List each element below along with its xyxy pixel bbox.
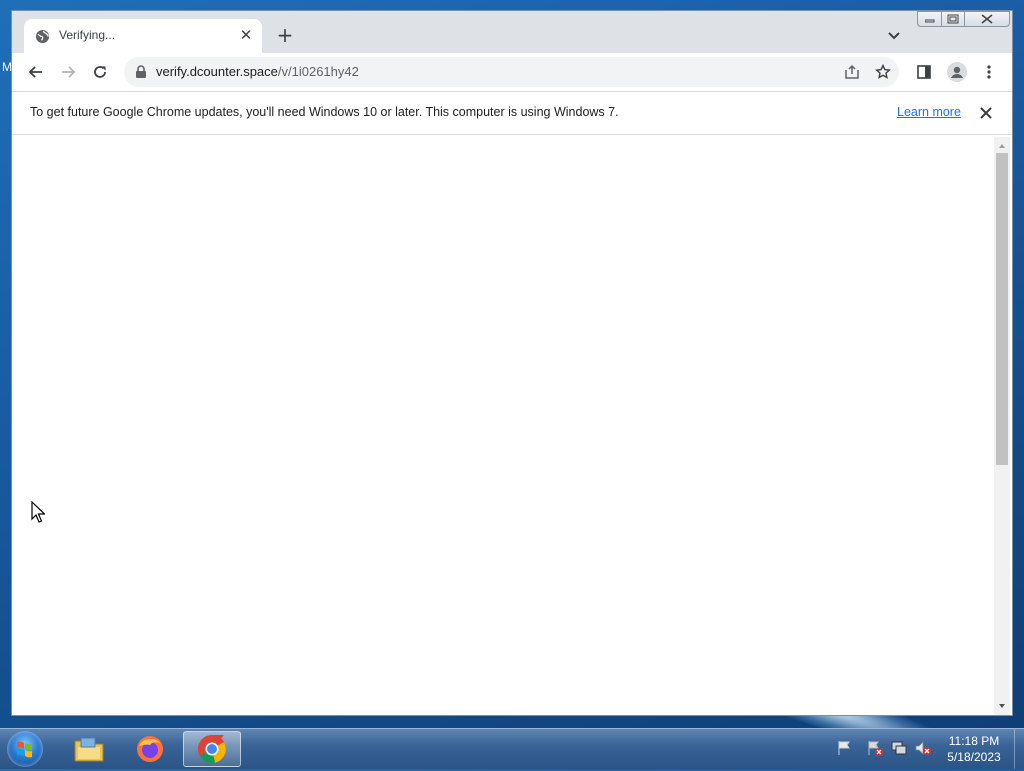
tab-title: Verifying... (59, 28, 116, 42)
tab-close-icon[interactable]: ✕ (238, 27, 254, 43)
chrome-window: Verifying... ✕ + verify.dcounter.space/v… (11, 10, 1013, 716)
windows-logo-icon (17, 741, 32, 758)
network-icon[interactable] (890, 739, 908, 757)
minimize-icon (924, 19, 934, 23)
learn-more-link[interactable]: Learn more (897, 105, 961, 119)
window-caption-controls (917, 11, 1012, 29)
action-center-flag-icon[interactable] (836, 739, 854, 757)
security-warning-icon[interactable] (866, 739, 884, 757)
update-infobar: To get future Google Chrome updates, you… (12, 91, 1012, 135)
back-arrow-icon[interactable] (28, 64, 44, 80)
url-path: /v/1i0261hy42 (277, 64, 359, 79)
taskbar-explorer-button[interactable] (60, 731, 118, 767)
close-icon (981, 14, 993, 24)
forward-arrow-icon[interactable] (60, 64, 76, 80)
tab-verifying[interactable]: Verifying... ✕ (24, 19, 262, 53)
clock-date: 5/18/2023 (947, 750, 1001, 764)
url-host: verify.dcounter.space (156, 64, 278, 79)
restore-icon (947, 14, 959, 24)
infobar-close-icon[interactable] (978, 105, 994, 121)
volume-muted-icon[interactable] (914, 739, 932, 757)
profile-avatar-icon[interactable] (947, 62, 967, 82)
scroll-up-arrow-icon[interactable] (994, 139, 1010, 153)
start-button[interactable] (7, 731, 43, 767)
browser-toolbar: verify.dcounter.space/v/1i0261hy42 (12, 53, 1012, 91)
chevron-down-icon[interactable] (886, 27, 902, 43)
clock-time: 11:18 PM (948, 734, 1000, 748)
vertical-scrollbar[interactable] (994, 137, 1010, 715)
address-bar[interactable]: verify.dcounter.space/v/1i0261hy42 (124, 57, 899, 87)
url-text[interactable]: verify.dcounter.space/v/1i0261hy42 (156, 64, 359, 79)
lock-icon[interactable] (135, 65, 147, 79)
folder-icon (74, 737, 104, 762)
side-panel-icon[interactable] (916, 64, 932, 80)
share-icon[interactable] (844, 64, 860, 80)
scroll-down-arrow-icon[interactable] (994, 699, 1010, 713)
scroll-thumb[interactable] (996, 153, 1008, 465)
minimize-button[interactable] (917, 11, 942, 27)
show-desktop-button[interactable] (1014, 729, 1024, 769)
windows-taskbar: 11:18 PM 5/18/2023 (0, 728, 1024, 769)
taskbar-chrome-button[interactable] (183, 731, 241, 767)
infobar-message: To get future Google Chrome updates, you… (30, 105, 619, 119)
new-tab-button[interactable]: + (275, 25, 295, 45)
firefox-icon (137, 736, 163, 762)
more-menu-icon[interactable] (981, 64, 997, 80)
mouse-cursor-icon (31, 501, 45, 523)
taskbar-firefox-button[interactable] (121, 731, 179, 767)
chrome-icon (198, 735, 226, 763)
close-window-button[interactable] (964, 11, 1010, 27)
globe-icon (35, 29, 50, 44)
bookmark-star-icon[interactable] (875, 64, 891, 80)
system-clock[interactable]: 11:18 PM 5/18/2023 (940, 733, 1008, 765)
tab-strip: Verifying... ✕ + (12, 11, 1012, 53)
reload-icon[interactable] (92, 64, 108, 80)
restore-button[interactable] (941, 11, 965, 27)
page-content[interactable] (12, 137, 1012, 715)
